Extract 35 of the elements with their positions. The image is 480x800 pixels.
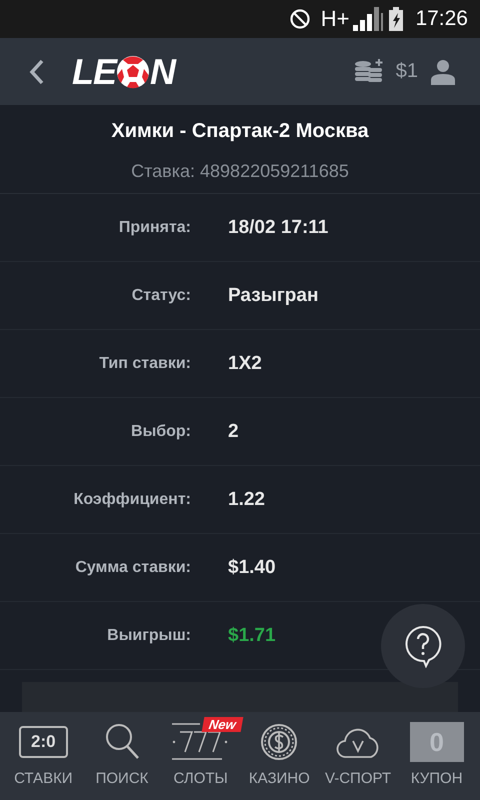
detail-value: 1.22 — [228, 488, 266, 510]
detail-value: 1X2 — [228, 352, 263, 374]
detail-label: Сумма ставки: — [74, 558, 191, 576]
detail-label: Коэффициент: — [72, 490, 191, 508]
detail-label: Выигрыш: — [106, 626, 191, 644]
detail-label: Выбор: — [130, 422, 191, 440]
detail-label: Принята: — [118, 218, 191, 236]
match-title: Химки - Спартак-2 Москва — [110, 119, 370, 144]
detail-label: Статус: — [130, 286, 191, 304]
nav-tab[interactable]: V-СПОРТ — [318, 712, 398, 800]
detail-value: $1.40 — [228, 556, 277, 578]
new-badge: New — [202, 717, 243, 732]
logo-text: LE — [72, 50, 116, 92]
signal-icon — [353, 7, 386, 31]
bet-number: Ставка: 489822059211685 — [0, 156, 480, 194]
do-not-disturb-icon — [288, 8, 311, 30]
score-icon: 2:0 — [19, 726, 68, 758]
ball-icon — [116, 54, 150, 88]
network-type: H+ — [320, 6, 350, 32]
nav-tab[interactable]: 2:0 СТАВКИ — [4, 712, 83, 800]
logo-text: N — [150, 50, 176, 92]
detail-value: 18/02 17:11 — [228, 216, 330, 238]
battery-icon — [389, 7, 404, 31]
balance[interactable]: $1 — [396, 60, 418, 83]
detail-value: 2 — [228, 420, 240, 442]
nav-tab[interactable]: New СЛОТЫ — [161, 712, 240, 800]
coins-icon[interactable] — [354, 58, 384, 84]
detail-label: Тип ставки: — [98, 354, 191, 372]
user-icon[interactable] — [430, 58, 456, 84]
casino-chip-icon — [260, 723, 298, 761]
nav-tab[interactable]: КАЗИНО — [240, 712, 319, 800]
detail-value: $1.71 — [228, 624, 277, 646]
detail-value: Разыгран — [228, 284, 320, 306]
clock: 17:26 — [415, 7, 468, 31]
nav-tab[interactable]: ПОИСК — [82, 712, 162, 800]
